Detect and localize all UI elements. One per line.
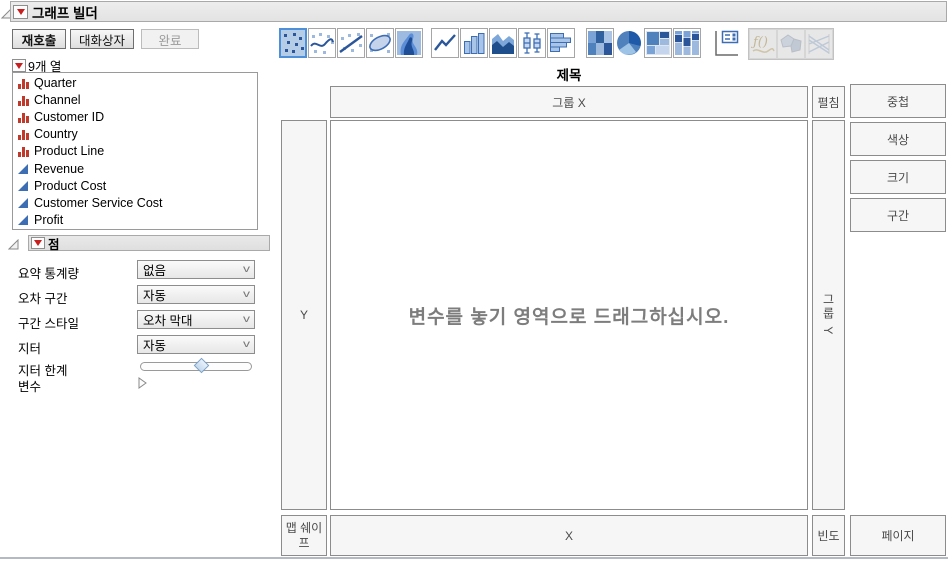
wrap-dropzone[interactable]: 펼침: [812, 86, 845, 118]
graph-title[interactable]: 제목: [330, 64, 808, 84]
variables-expand-icon[interactable]: [137, 376, 147, 394]
smoother-icon[interactable]: [308, 28, 336, 58]
summary-statistic-label: 요약 통계량: [18, 267, 79, 281]
formula-icon: ƒ(): [749, 29, 777, 59]
area-chart-icon[interactable]: [489, 28, 517, 58]
mosaic-plot-icon[interactable]: [673, 28, 701, 58]
color-dropzone[interactable]: 색상: [850, 122, 946, 156]
map-shape-dropzone[interactable]: 맵 쉐이프: [281, 515, 327, 556]
scatter-points-icon[interactable]: [279, 28, 307, 58]
treemap-icon[interactable]: [644, 28, 672, 58]
nominal-column-icon: [18, 112, 29, 123]
column-item[interactable]: Product Cost: [13, 177, 257, 194]
jitter-label: 지터: [18, 342, 42, 356]
x-dropzone[interactable]: X: [330, 515, 808, 556]
points-section-header: 점: [28, 235, 270, 252]
interval-dropzone[interactable]: 구간: [850, 198, 946, 232]
interval-style-select[interactable]: 오차 막대 v: [137, 310, 255, 329]
points-section-title: 점: [48, 237, 60, 252]
y-dropzone[interactable]: Y: [281, 120, 327, 510]
map-shapes-icon: [777, 29, 805, 59]
page-title: 그래프 빌더: [32, 5, 98, 21]
frequency-dropzone[interactable]: 빈도: [812, 515, 845, 556]
column-item[interactable]: Customer Service Cost: [13, 194, 257, 211]
continuous-column-icon: [18, 215, 28, 226]
parallel-plot-icon: [805, 29, 833, 59]
report-menu-icon[interactable]: [13, 4, 28, 19]
titlebar: 그래프 빌더: [10, 1, 947, 22]
column-item[interactable]: Revenue: [13, 160, 257, 177]
box-plot-icon[interactable]: [518, 28, 546, 58]
line-of-fit-icon[interactable]: [337, 28, 365, 58]
nominal-column-icon: [18, 78, 29, 89]
continuous-column-icon: [18, 197, 28, 208]
columns-list: Quarter Channel Customer ID Country Prod…: [12, 72, 258, 230]
points-menu-icon[interactable]: [31, 237, 45, 249]
contour-density-icon[interactable]: [395, 28, 423, 58]
chevron-down-icon: v: [243, 314, 250, 325]
chevron-down-icon: v: [243, 339, 250, 350]
jitter-limit-slider[interactable]: [140, 357, 252, 374]
points-disclosure-icon[interactable]: [7, 237, 19, 255]
graph-builder-window: 그래프 빌더 재호출 대화상자 완료 9개 열 Quarter Channel …: [0, 0, 948, 562]
column-item[interactable]: Profit: [13, 212, 257, 229]
ellipse-icon[interactable]: [366, 28, 394, 58]
column-item[interactable]: Customer ID: [13, 108, 257, 125]
caption-box-icon[interactable]: [712, 28, 740, 58]
continuous-column-icon: [18, 163, 28, 174]
dialog-button[interactable]: 대화상자: [70, 29, 134, 49]
page-dropzone[interactable]: 페이지: [850, 515, 946, 556]
column-item[interactable]: Product Line: [13, 143, 257, 160]
plot-area[interactable]: 변수를 놓기 영역으로 드래그하십시오.: [330, 120, 808, 510]
heatmap-icon[interactable]: [586, 28, 614, 58]
column-item[interactable]: Channel: [13, 91, 257, 108]
done-button[interactable]: 완료: [141, 29, 199, 49]
nominal-column-icon: [18, 95, 29, 106]
element-toolbar: ƒ(): [279, 28, 834, 60]
column-item[interactable]: Quarter: [13, 74, 257, 91]
slider-thumb[interactable]: [193, 357, 209, 374]
overlay-dropzone[interactable]: 중첩: [850, 84, 946, 118]
histogram-icon[interactable]: [547, 28, 575, 58]
size-dropzone[interactable]: 크기: [850, 160, 946, 194]
variables-label: 변수: [18, 380, 42, 394]
recall-button[interactable]: 재호출: [12, 29, 66, 49]
bar-chart-icon[interactable]: [460, 28, 488, 58]
column-item[interactable]: Country: [13, 126, 257, 143]
window-bottom-edge: [0, 557, 948, 559]
pie-chart-icon[interactable]: [615, 28, 643, 58]
line-chart-icon[interactable]: [431, 28, 459, 58]
nominal-column-icon: [18, 130, 29, 141]
nominal-column-icon: [18, 147, 29, 158]
error-interval-label: 오차 구간: [18, 292, 68, 306]
chevron-down-icon: v: [243, 289, 250, 300]
summary-statistic-select[interactable]: 없음 v: [137, 260, 255, 279]
drop-hint-text: 변수를 놓기 영역으로 드래그하십시오.: [408, 306, 730, 328]
group-y-dropzone[interactable]: 그룹 Y: [812, 120, 845, 510]
error-interval-select[interactable]: 자동 v: [137, 285, 255, 304]
chevron-down-icon: v: [243, 264, 250, 275]
svg-text:ƒ(): ƒ(): [751, 35, 768, 50]
group-x-dropzone[interactable]: 그룹 X: [330, 86, 808, 118]
disabled-elements-group: ƒ(): [748, 28, 834, 60]
columns-menu-icon[interactable]: [12, 59, 26, 72]
interval-style-label: 구간 스타일: [18, 317, 79, 331]
continuous-column-icon: [18, 180, 28, 191]
jitter-select[interactable]: 자동 v: [137, 335, 255, 354]
